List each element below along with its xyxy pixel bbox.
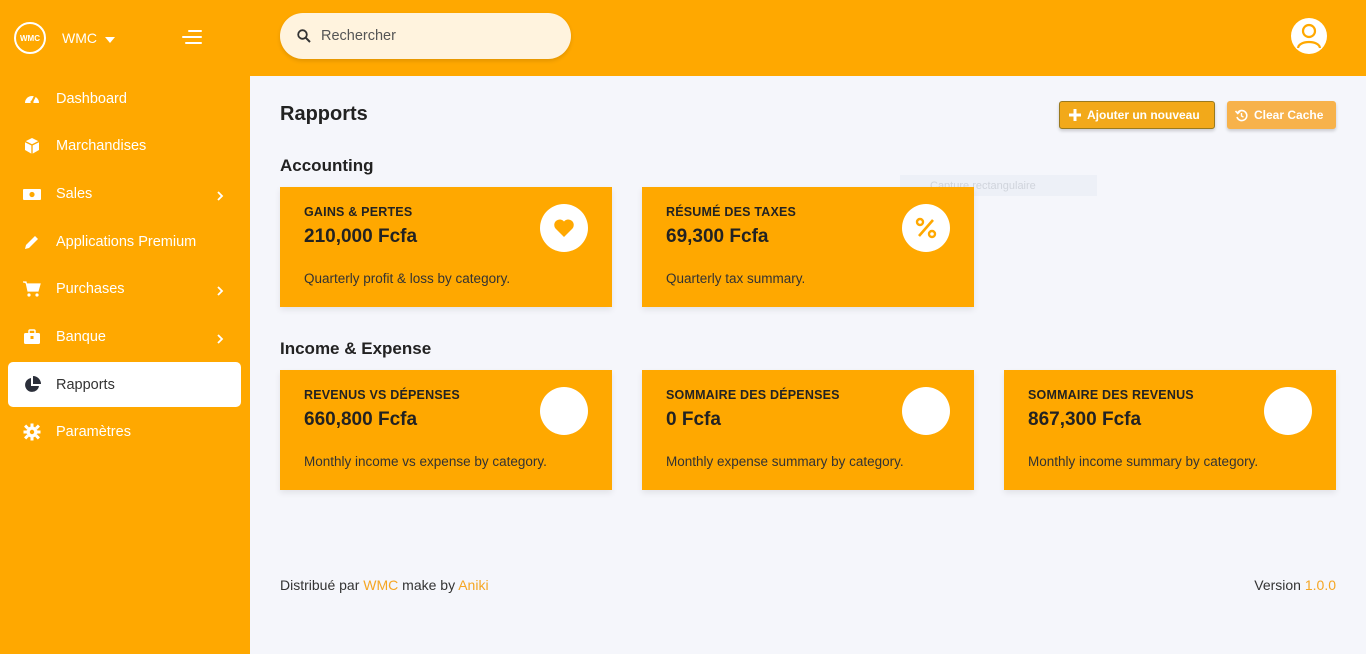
sidebar-nav: Dashboard Marchandises Sales Application…: [8, 76, 241, 458]
topbar: [250, 0, 1366, 76]
search-bar[interactable]: [280, 13, 571, 59]
version-label: Version: [1254, 577, 1301, 593]
card-description: Monthly expense summary by category.: [666, 454, 904, 469]
card-sommaire-depenses[interactable]: SOMMAIRE DES DÉPENSES 0 Fcfa Monthly exp…: [642, 370, 974, 490]
card-value: 660,800 Fcfa: [304, 409, 418, 430]
gear-icon: [23, 423, 41, 441]
sidebar-item-parametres[interactable]: Paramètres: [8, 410, 241, 455]
card-resume-taxes[interactable]: RÉSUMÉ DES TAXES 69,300 Fcfa Quarterly t…: [642, 187, 974, 307]
footer-prefix: Distribué par: [280, 577, 360, 593]
card-title: GAINS & PERTES: [304, 205, 413, 219]
version-info: Version 1.0.0: [1254, 577, 1336, 593]
logo-text: WMC: [20, 33, 40, 43]
pencil-icon: [23, 233, 41, 251]
sidebar-item-dashboard[interactable]: Dashboard: [8, 76, 241, 121]
heart-icon: [540, 204, 588, 252]
clear-cache-button[interactable]: Clear Cache: [1227, 101, 1336, 129]
footer-brand-link[interactable]: WMC: [363, 577, 398, 593]
sidebar-item-label: Purchases: [56, 281, 125, 298]
card-revenus-vs-depenses[interactable]: REVENUS VS DÉPENSES 660,800 Fcfa Monthly…: [280, 370, 612, 490]
card-description: Monthly income vs expense by category.: [304, 454, 547, 469]
sidebar-item-marchandises[interactable]: Marchandises: [8, 124, 241, 169]
card-title: SOMMAIRE DES DÉPENSES: [666, 388, 840, 402]
sidebar-item-label: Rapports: [56, 376, 115, 393]
card-value: 0 Fcfa: [666, 409, 721, 430]
speedometer-icon: [23, 90, 41, 108]
sidebar-item-label: Sales: [56, 185, 93, 202]
percent-icon: [902, 204, 950, 252]
cart-icon: [23, 280, 41, 298]
card-title: REVENUS VS DÉPENSES: [304, 388, 460, 402]
user-avatar-icon[interactable]: [1291, 18, 1327, 54]
sidebar-item-purchases[interactable]: Purchases: [8, 267, 241, 312]
chevron-right-icon: [215, 284, 225, 296]
add-new-button[interactable]: Ajouter un nouveau: [1059, 101, 1215, 129]
menu-toggle-icon[interactable]: [182, 30, 202, 44]
sidebar: WMC WMC Dashboard Marchandises Sales App…: [0, 0, 250, 654]
page-title: Rapports: [280, 103, 368, 125]
chevron-right-icon: [215, 332, 225, 344]
cash-icon: [23, 185, 41, 203]
sidebar-item-label: Marchandises: [56, 138, 147, 155]
card-description: Quarterly profit & loss by category.: [304, 271, 511, 286]
search-input[interactable]: [321, 28, 541, 44]
card-title: SOMMAIRE DES REVENUS: [1028, 388, 1194, 402]
card-sommaire-revenus[interactable]: SOMMAIRE DES REVENUS 867,300 Fcfa Monthl…: [1004, 370, 1336, 490]
brand-name: WMC: [62, 30, 97, 46]
card-value: 69,300 Fcfa: [666, 226, 769, 247]
wmc-logo-icon: WMC: [14, 22, 46, 54]
section-title-income-expense: Income & Expense: [280, 339, 432, 358]
sidebar-item-applications-premium[interactable]: Applications Premium: [8, 219, 241, 264]
search-icon: [297, 29, 311, 43]
sidebar-item-rapports[interactable]: Rapports: [8, 362, 241, 408]
version-number: 1.0.0: [1304, 577, 1336, 593]
box-icon: [23, 137, 41, 155]
clear-cache-label: Clear Cache: [1254, 108, 1324, 122]
chevron-right-icon: [215, 189, 225, 201]
sidebar-item-label: Applications Premium: [56, 233, 197, 250]
footer-middle: make by: [402, 577, 456, 593]
brand[interactable]: WMC WMC: [14, 22, 115, 54]
sidebar-item-label: Paramètres: [56, 424, 131, 441]
add-new-label: Ajouter un nouveau: [1087, 108, 1200, 122]
card-icon-circle: [1264, 387, 1312, 435]
card-value: 210,000 Fcfa: [304, 226, 418, 247]
sidebar-item-label: Banque: [56, 328, 106, 345]
card-description: Monthly income summary by category.: [1028, 454, 1259, 469]
section-title-accounting: Accounting: [280, 156, 374, 175]
card-value: 867,300 Fcfa: [1028, 409, 1142, 430]
footer-credits: Distribué par WMC make by Aniki: [280, 577, 489, 593]
briefcase-icon: [23, 328, 41, 346]
history-icon: [1235, 109, 1248, 122]
sidebar-item-sales[interactable]: Sales: [8, 171, 241, 216]
sidebar-item-banque[interactable]: Banque: [8, 314, 241, 359]
plus-icon: [1068, 109, 1081, 122]
footer-author-link[interactable]: Aniki: [458, 577, 488, 593]
card-icon-circle: [902, 387, 950, 435]
card-title: RÉSUMÉ DES TAXES: [666, 205, 797, 219]
card-description: Quarterly tax summary.: [666, 271, 806, 286]
card-icon-circle: [540, 387, 588, 435]
caret-down-icon: [105, 36, 115, 43]
card-gains-pertes[interactable]: GAINS & PERTES 210,000 Fcfa Quarterly pr…: [280, 187, 612, 307]
sidebar-item-label: Dashboard: [56, 90, 127, 107]
pie-chart-icon: [23, 375, 41, 394]
